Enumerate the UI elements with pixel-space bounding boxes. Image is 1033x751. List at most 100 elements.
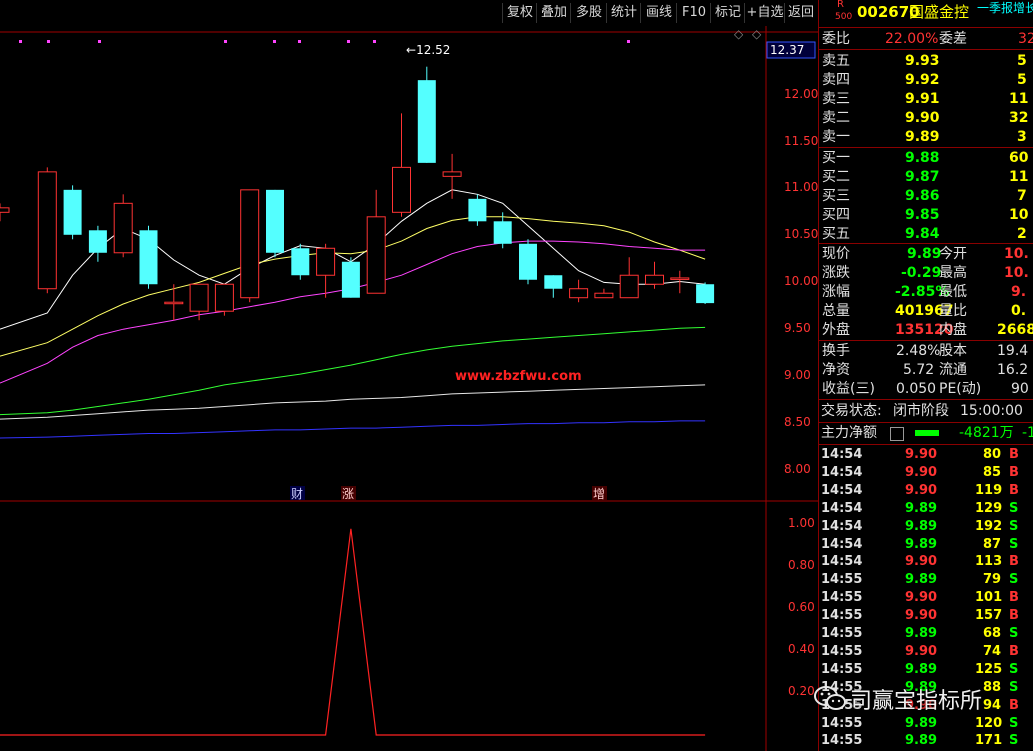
multi-stock-button[interactable]: 多股 bbox=[570, 3, 607, 23]
candle[interactable] bbox=[696, 282, 715, 305]
tick-time: 14:55 bbox=[821, 661, 863, 677]
weibi-row: 委比 22.00% 委差 32 bbox=[819, 30, 1033, 49]
candle[interactable] bbox=[341, 257, 360, 298]
candle[interactable] bbox=[468, 194, 487, 226]
trade-status-row: 交易状态: 闭市阶段 15:00:00 bbox=[819, 402, 1033, 421]
quote-row: 涨跌 -0.29 最高 10. bbox=[819, 264, 1033, 283]
tick-row: 14:55 9.90 74 B bbox=[819, 643, 1033, 661]
tick-time: 14:54 bbox=[821, 536, 863, 552]
candle-body bbox=[468, 198, 487, 222]
expand-icon[interactable]: ◇ bbox=[752, 27, 762, 41]
bid-row: 买一 9.88 60 bbox=[819, 149, 1033, 168]
trade-status-time: 15:00:00 bbox=[960, 403, 1023, 419]
tick-row: 14:54 9.90 85 B bbox=[819, 464, 1033, 482]
watermark-text: 司赢宝指标所 bbox=[850, 689, 983, 714]
separator bbox=[819, 340, 1033, 341]
candle[interactable] bbox=[63, 185, 82, 240]
stat-label: 收益(三) bbox=[822, 381, 875, 397]
candle-body bbox=[594, 292, 614, 299]
tick-side: S bbox=[1009, 715, 1019, 731]
flag-sub-label: 500 bbox=[835, 12, 853, 22]
tick-price: 9.89 bbox=[905, 661, 938, 677]
tick-side: S bbox=[1009, 733, 1019, 749]
quote-row: 外盘 135120 内盘 2668 bbox=[819, 321, 1033, 340]
tick-side: B bbox=[1009, 643, 1019, 659]
tick-row: 14:55 9.89 79 S bbox=[819, 571, 1033, 589]
tick-price: 9.89 bbox=[905, 572, 938, 588]
candle[interactable] bbox=[519, 239, 537, 285]
tick-volume: 79 bbox=[983, 572, 1002, 588]
tick-time: 14:54 bbox=[821, 482, 863, 498]
candle[interactable] bbox=[240, 189, 260, 303]
tick-side: B bbox=[1009, 554, 1019, 570]
candle[interactable] bbox=[113, 194, 133, 258]
statistics-button[interactable]: 统计 bbox=[606, 3, 641, 23]
list-icon[interactable] bbox=[890, 427, 904, 441]
quote-value: 0. bbox=[1011, 303, 1027, 319]
tick-row: 14:55 9.90 157 B bbox=[819, 607, 1033, 625]
price-tick: 8.50 bbox=[784, 415, 811, 429]
tick-time: 14:55 bbox=[821, 626, 863, 641]
price-tick: 9.00 bbox=[784, 368, 811, 382]
tick-row: 14:54 9.90 113 B bbox=[819, 553, 1033, 571]
candle-body bbox=[392, 166, 411, 213]
candle[interactable] bbox=[139, 225, 158, 289]
candle[interactable] bbox=[37, 167, 57, 294]
tick-price: 9.90 bbox=[905, 464, 938, 480]
tick-price: 9.89 bbox=[905, 715, 938, 731]
stat-value: 90 bbox=[1011, 381, 1029, 397]
candle-body bbox=[63, 189, 82, 235]
ask-volume: 5 bbox=[1017, 72, 1027, 88]
draw-line-button[interactable]: 画线 bbox=[640, 3, 677, 23]
ask-price: 9.90 bbox=[905, 110, 940, 126]
stat-value: 2.48% bbox=[896, 343, 941, 359]
candle-body bbox=[266, 189, 284, 253]
tick-volume: 74 bbox=[983, 643, 1002, 659]
f10-button[interactable]: F10 bbox=[676, 3, 711, 23]
tick-side: B bbox=[1009, 464, 1019, 480]
event-marker-zhang[interactable]: 涨 bbox=[342, 486, 354, 501]
kline-chart[interactable]: ◇ ◇ 12.00 11.50 11.00 10.50 10.00 9.50 9… bbox=[0, 26, 818, 751]
overlay-button[interactable]: 叠加 bbox=[536, 3, 571, 23]
mark-button[interactable]: 标记 bbox=[710, 3, 745, 23]
toolbar: 复权 叠加 多股 统计 画线 F10 标记 +自选 返回 bbox=[0, 0, 818, 26]
weibi-value: 22.00% bbox=[885, 31, 939, 47]
back-button[interactable]: 返回 bbox=[784, 3, 817, 23]
stat-value: 5.72 bbox=[903, 362, 935, 378]
price-tick: 10.00 bbox=[784, 274, 818, 288]
bid-row: 买三 9.86 7 bbox=[819, 187, 1033, 206]
tick-time: 14:55 bbox=[821, 715, 863, 731]
weibi-label: 委比 bbox=[822, 31, 850, 47]
diamond-icon[interactable]: ◇ bbox=[734, 27, 744, 41]
separator bbox=[819, 27, 1033, 28]
ask-row: 卖五 9.93 5 bbox=[819, 52, 1033, 71]
stat-label: PE(动) bbox=[939, 381, 982, 397]
bid-row: 买四 9.85 10 bbox=[819, 206, 1033, 225]
event-marker-cai[interactable]: 财 bbox=[291, 487, 303, 501]
tick-volume: 87 bbox=[983, 536, 1002, 552]
tick-volume: 119 bbox=[975, 482, 1003, 498]
event-marker-zeng[interactable]: 增 bbox=[593, 487, 605, 501]
candle-body bbox=[417, 80, 436, 163]
candle[interactable] bbox=[291, 243, 310, 280]
bid-label: 买二 bbox=[822, 169, 850, 185]
quote-label: 总量 bbox=[822, 303, 850, 319]
bid-volume: 60 bbox=[1009, 150, 1029, 166]
bid-label: 买三 bbox=[822, 188, 850, 204]
scroll-news[interactable]: 一季报增长股 bbox=[977, 0, 1033, 16]
candle-body bbox=[139, 230, 158, 285]
candle[interactable] bbox=[417, 66, 436, 163]
candle-body bbox=[366, 216, 386, 294]
tick-side: B bbox=[1009, 590, 1019, 606]
tick-side: S bbox=[1009, 661, 1019, 677]
indicator-tick: 0.80 bbox=[788, 558, 815, 572]
tick-volume: 171 bbox=[975, 733, 1003, 749]
add-favorite-button[interactable]: +自选 bbox=[744, 3, 785, 23]
stock-name: 国盛金控 bbox=[909, 3, 970, 21]
candle[interactable] bbox=[214, 283, 234, 316]
tick-row: 14:54 9.89 129 S bbox=[819, 500, 1033, 518]
candle[interactable] bbox=[266, 189, 284, 258]
tick-time: 14:55 bbox=[821, 590, 863, 606]
fuquan-button[interactable]: 复权 bbox=[502, 3, 537, 23]
high-annotation: ←12.52 bbox=[406, 43, 450, 57]
